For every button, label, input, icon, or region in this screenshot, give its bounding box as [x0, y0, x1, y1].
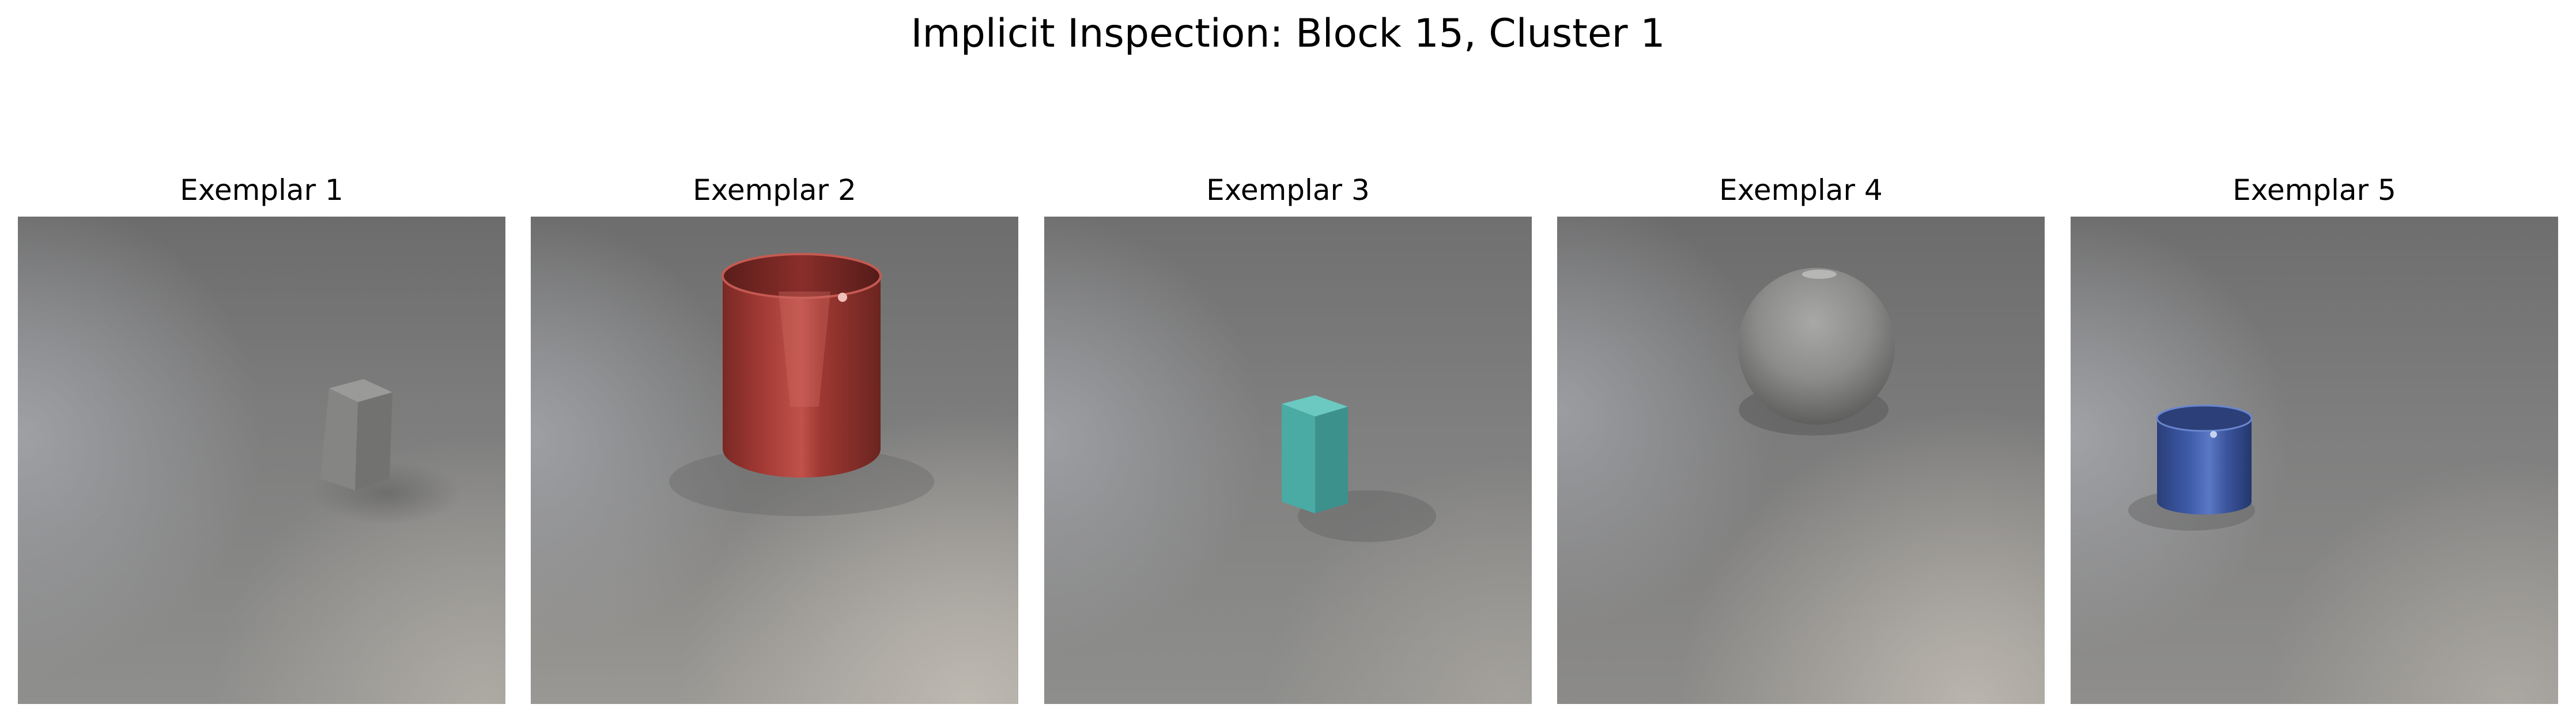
red-metal-cylinder-icon — [531, 217, 1018, 704]
panel-title-4: Exemplar 4 — [1719, 173, 1883, 207]
panel-title-5: Exemplar 5 — [2233, 173, 2396, 207]
exemplar-image-3 — [1044, 217, 1532, 704]
panel-title-1: Exemplar 1 — [180, 173, 343, 207]
gray-cube-icon — [18, 217, 505, 704]
panel-title-2: Exemplar 2 — [693, 173, 856, 207]
exemplar-image-1 — [18, 217, 505, 704]
panel-title-3: Exemplar 3 — [1206, 173, 1370, 207]
exemplar-image-4 — [1557, 217, 2045, 704]
gray-sphere-icon — [1557, 217, 2045, 704]
exemplar-image-5 — [2071, 217, 2558, 704]
figure-title: Implicit Inspection: Block 15, Cluster 1 — [911, 11, 1665, 56]
blue-metal-cylinder-icon — [2071, 217, 2558, 704]
cyan-cube-icon — [1044, 217, 1532, 704]
exemplar-image-2 — [531, 217, 1018, 704]
